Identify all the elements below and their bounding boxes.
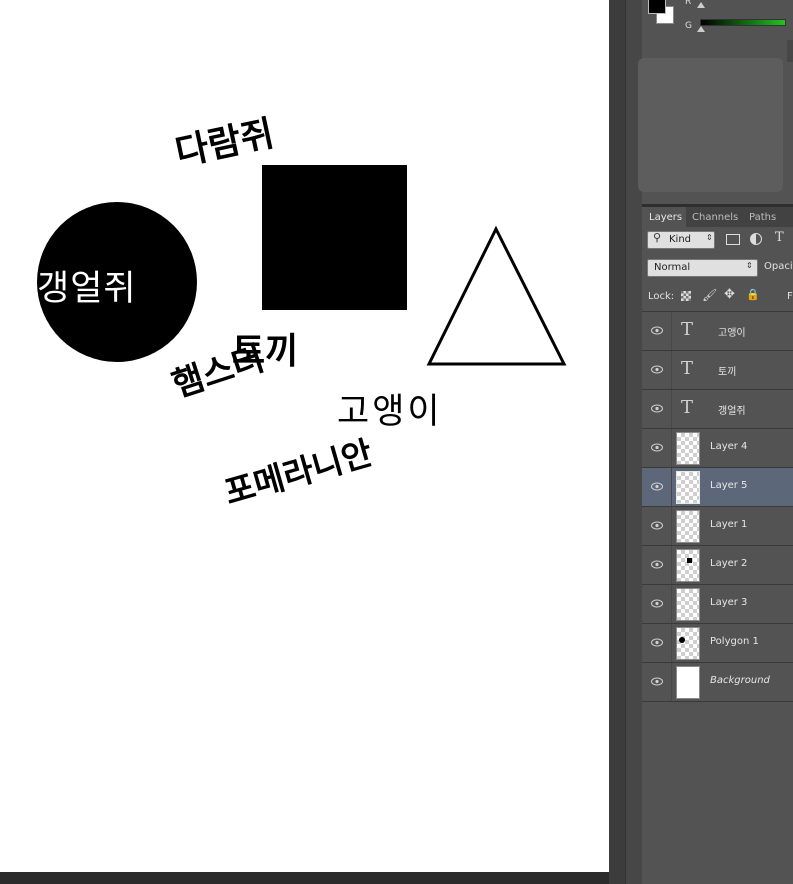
r-slider-thumb[interactable] [697, 2, 705, 8]
filter-pixel-icon[interactable] [726, 234, 740, 245]
filter-adjustment-icon[interactable] [750, 233, 762, 245]
layer-name: Layer 5 [710, 480, 748, 491]
row-separator [671, 585, 672, 623]
r-channel-label: R [685, 0, 692, 7]
row-separator [671, 468, 672, 506]
thumbnail-circle-mark [679, 637, 685, 643]
eye-icon[interactable] [651, 482, 663, 491]
layer-name: Layer 1 [710, 519, 748, 530]
goaengi-text: 고앵이 [337, 392, 443, 432]
row-separator [671, 546, 672, 584]
layer-row[interactable]: Layer 4 [642, 429, 793, 468]
lock-all-icon[interactable]: 🔒 [746, 288, 760, 301]
lock-label: Lock: [648, 291, 675, 302]
tab-paths[interactable]: Paths [749, 212, 776, 223]
g-slider-track[interactable] [700, 19, 786, 26]
layer-thumbnail [676, 666, 700, 699]
tab-layers-label: Layers [649, 212, 683, 223]
eye-icon[interactable] [651, 365, 663, 374]
blend-mode-select[interactable]: Normal ⇕ [647, 259, 758, 277]
eye-icon[interactable] [651, 404, 663, 413]
row-separator [671, 663, 672, 701]
layer-name: 고앵이 [718, 328, 746, 339]
pomeranian-text: 포메라니안 [219, 432, 377, 513]
layer-row[interactable]: T 갱얼쥐 [642, 390, 793, 429]
text-layer-icon: T [681, 319, 694, 340]
layer-thumbnail [676, 627, 700, 660]
eye-icon[interactable] [651, 560, 663, 569]
filter-type-icon[interactable]: T [775, 230, 784, 245]
chevron-updown-icon: ⇕ [746, 261, 753, 270]
gaengeoljwi-text: 갱얼쥐 [37, 269, 137, 309]
scrollbar-notch [787, 40, 793, 62]
right-panel: R G Layers Channels Paths ⚲ Kind ⇕ T Nor… [638, 0, 793, 884]
swatches-panel-area [638, 58, 783, 192]
row-separator [671, 624, 672, 662]
kind-label: Kind [669, 234, 692, 245]
layer-thumbnail [676, 471, 700, 504]
layer-name: Layer 3 [710, 597, 748, 608]
text-layer-icon: T [681, 358, 694, 379]
kind-filter-dropdown[interactable]: ⚲ Kind ⇕ [647, 231, 715, 249]
lock-move-icon[interactable]: ✥ [724, 287, 735, 302]
workspace-gutter [609, 0, 625, 884]
hamster-text: 햄스터 [167, 338, 270, 406]
row-separator [671, 351, 672, 389]
layer-row-selected[interactable]: Layer 5 [642, 468, 793, 507]
g-channel-label: G [685, 21, 692, 31]
layer-thumbnail [676, 588, 700, 621]
eye-icon[interactable] [651, 443, 663, 452]
eye-icon[interactable] [651, 677, 663, 686]
layer-thumbnail [676, 432, 700, 465]
opacity-label: Opacit [764, 261, 793, 272]
row-separator [671, 507, 672, 545]
row-separator [671, 312, 672, 350]
text-layer-icon: T [681, 397, 694, 418]
layer-name: 토끼 [718, 367, 737, 378]
eye-icon[interactable] [651, 521, 663, 530]
g-slider-thumb[interactable] [697, 26, 705, 32]
eye-icon[interactable] [651, 599, 663, 608]
foreground-color-swatch[interactable] [648, 0, 666, 14]
lock-brush-icon[interactable]: 🖌 [702, 288, 717, 302]
layer-name: Layer 4 [710, 441, 748, 452]
layer-name: 갱얼쥐 [718, 406, 746, 417]
layer-row[interactable]: Layer 3 [642, 585, 793, 624]
triangle-shape [426, 225, 567, 366]
eye-icon[interactable] [651, 326, 663, 335]
black-square-shape [262, 165, 407, 310]
layer-row[interactable]: Layer 1 [642, 507, 793, 546]
tab-channels[interactable]: Channels [692, 212, 738, 223]
layer-name: Polygon 1 [710, 636, 759, 647]
canvas-bottom-edge [0, 872, 609, 884]
layer-row[interactable]: T 고앵이 [642, 312, 793, 351]
layer-thumbnail [676, 510, 700, 543]
row-separator [671, 390, 672, 428]
layer-row[interactable]: Polygon 1 [642, 624, 793, 663]
lock-transparent-icon[interactable] [681, 291, 691, 301]
blend-mode-value: Normal [654, 262, 691, 273]
layer-row[interactable]: T 토끼 [642, 351, 793, 390]
fill-label: F [787, 291, 793, 302]
layer-thumbnail [676, 549, 700, 582]
eye-icon[interactable] [651, 638, 663, 647]
layer-row[interactable]: Background [642, 663, 793, 702]
chevron-updown-icon: ⇕ [706, 233, 713, 242]
row-separator [671, 429, 672, 467]
search-icon: ⚲ [653, 231, 662, 244]
layer-name: Layer 2 [710, 558, 748, 569]
thumbnail-square-mark [687, 558, 692, 563]
layer-row[interactable]: Layer 2 [642, 546, 793, 585]
document-canvas[interactable]: 갱얼쥐 다람쥐 토끼 햄스터 고앵이 포메라니안 [0, 0, 609, 872]
layer-name: Background [710, 675, 770, 686]
